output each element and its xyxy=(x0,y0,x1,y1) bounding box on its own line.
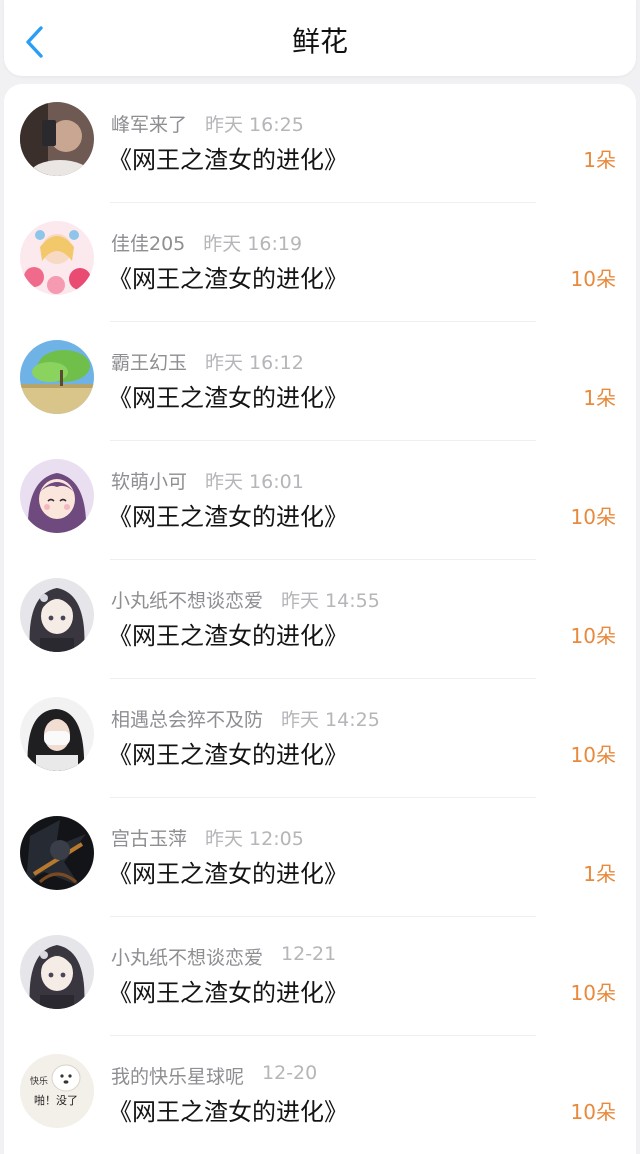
timestamp: 12-20 xyxy=(262,1062,318,1084)
anime-girl-avatar-icon xyxy=(20,935,94,1009)
book-title[interactable]: 《网王之渣女的进化》 xyxy=(108,497,348,532)
flower-count: 10朵 xyxy=(570,743,616,767)
anime-girl-avatar-icon xyxy=(20,459,94,533)
list-item[interactable]: 小丸纸不想谈恋爱 昨天 14:55 《网王之渣女的进化》 10朵 xyxy=(4,560,636,679)
avatar[interactable]: 快乐 啪！没了 xyxy=(20,1054,94,1128)
avatar[interactable] xyxy=(20,697,94,771)
list-item[interactable]: 快乐 啪！没了 我的快乐星球呢 12-20 《网王之渣女的进化》 10朵 xyxy=(4,1036,636,1154)
timestamp: 昨天 16:19 xyxy=(203,233,303,255)
timestamp: 12-21 xyxy=(281,943,337,965)
timestamp: 昨天 16:25 xyxy=(205,114,304,136)
flower-count: 1朵 xyxy=(583,148,616,172)
list-item[interactable]: 霸王幻玉 昨天 16:12 《网王之渣女的进化》 1朵 xyxy=(4,322,636,441)
list-item[interactable]: 小丸纸不想谈恋爱 12-21 《网王之渣女的进化》 10朵 xyxy=(4,917,636,1036)
timestamp: 昨天 14:25 xyxy=(281,709,380,731)
photo-avatar-icon xyxy=(20,102,94,176)
photo-avatar-icon xyxy=(20,697,94,771)
avatar[interactable] xyxy=(20,816,94,890)
avatar[interactable] xyxy=(20,221,94,295)
nav-header: 鲜花 xyxy=(4,0,636,76)
flower-count: 1朵 xyxy=(583,386,616,410)
user-name[interactable]: 佳佳205 xyxy=(111,229,185,256)
user-name[interactable]: 宫古玉萍 xyxy=(111,824,187,851)
anime-girl-avatar-icon xyxy=(20,221,94,295)
flower-count: 10朵 xyxy=(570,267,616,291)
user-name[interactable]: 峰军来了 xyxy=(111,110,187,137)
list-item[interactable]: 相遇总会猝不及防 昨天 14:25 《网王之渣女的进化》 10朵 xyxy=(4,679,636,798)
avatar-caption: 啪！没了 xyxy=(34,1093,78,1107)
landscape-avatar-icon xyxy=(20,340,94,414)
list-item[interactable]: 宫古玉萍 昨天 12:05 《网王之渣女的进化》 1朵 xyxy=(4,798,636,917)
list-item[interactable]: 软萌小可 昨天 16:01 《网王之渣女的进化》 10朵 xyxy=(4,441,636,560)
user-name[interactable]: 软萌小可 xyxy=(111,467,187,494)
user-name[interactable]: 霸王幻玉 xyxy=(111,348,187,375)
book-title[interactable]: 《网王之渣女的进化》 xyxy=(108,140,348,175)
avatar[interactable] xyxy=(20,578,94,652)
dog-meme-avatar-icon: 快乐 啪！没了 xyxy=(20,1054,94,1128)
book-title[interactable]: 《网王之渣女的进化》 xyxy=(108,378,348,413)
book-title[interactable]: 《网王之渣女的进化》 xyxy=(108,735,348,770)
user-name[interactable]: 相遇总会猝不及防 xyxy=(111,705,263,732)
user-name[interactable]: 小丸纸不想谈恋爱 xyxy=(111,943,263,970)
anime-girl-avatar-icon xyxy=(20,578,94,652)
avatar-caption: 快乐 xyxy=(30,1075,48,1087)
avatar[interactable] xyxy=(20,935,94,1009)
book-title[interactable]: 《网王之渣女的进化》 xyxy=(108,973,348,1008)
flower-count: 10朵 xyxy=(570,624,616,648)
user-name[interactable]: 小丸纸不想谈恋爱 xyxy=(111,586,263,613)
flower-record-list: 峰军来了 昨天 16:25 《网王之渣女的进化》 1朵 佳佳205 昨天 16:… xyxy=(4,84,636,1154)
book-title[interactable]: 《网王之渣女的进化》 xyxy=(108,259,348,294)
timestamp: 昨天 16:12 xyxy=(205,352,304,374)
dark-art-avatar-icon xyxy=(20,816,94,890)
avatar[interactable] xyxy=(20,459,94,533)
book-title[interactable]: 《网王之渣女的进化》 xyxy=(108,1092,348,1127)
page-title: 鲜花 xyxy=(291,25,348,58)
timestamp: 昨天 16:01 xyxy=(205,471,304,493)
flower-count: 1朵 xyxy=(583,862,616,886)
list-item[interactable]: 佳佳205 昨天 16:19 《网王之渣女的进化》 10朵 xyxy=(4,203,636,322)
avatar[interactable] xyxy=(20,340,94,414)
avatar[interactable] xyxy=(20,102,94,176)
book-title[interactable]: 《网王之渣女的进化》 xyxy=(108,616,348,651)
book-title[interactable]: 《网王之渣女的进化》 xyxy=(108,854,348,889)
flower-count: 10朵 xyxy=(570,505,616,529)
timestamp: 昨天 12:05 xyxy=(205,828,304,850)
flower-count: 10朵 xyxy=(570,1100,616,1124)
flower-count: 10朵 xyxy=(570,981,616,1005)
list-item[interactable]: 峰军来了 昨天 16:25 《网王之渣女的进化》 1朵 xyxy=(4,84,636,203)
timestamp: 昨天 14:55 xyxy=(281,590,380,612)
user-name[interactable]: 我的快乐星球呢 xyxy=(111,1062,244,1089)
